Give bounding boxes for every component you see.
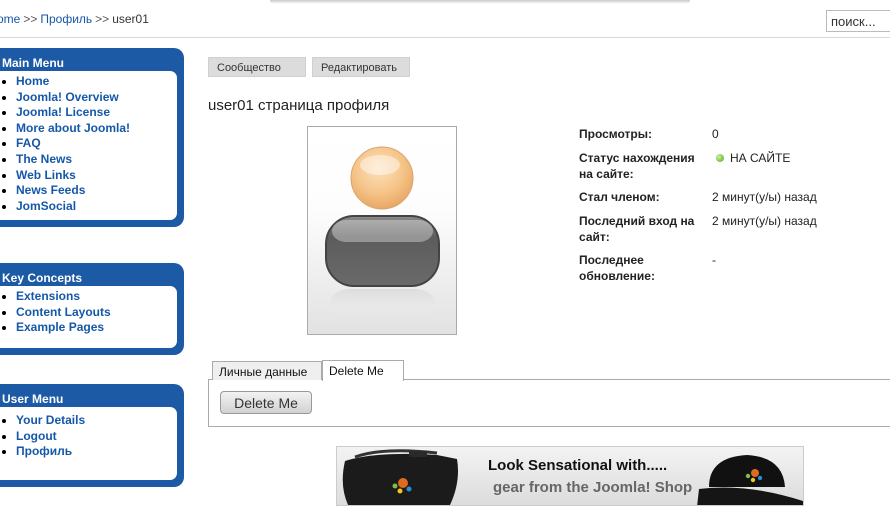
banner-subline: gear from the Joomla! Shop xyxy=(493,479,693,496)
menu-item-web-links[interactable]: Web Links xyxy=(16,168,177,184)
online-status-icon xyxy=(716,154,724,162)
breadcrumb-home-link[interactable]: ome xyxy=(0,12,20,26)
last-visit-label: Последний вход на сайт: xyxy=(579,214,695,244)
key-concepts-title: Key Concepts xyxy=(2,271,83,285)
last-visit-value: 2 минут(у/ы) назад xyxy=(712,214,817,228)
status-label: Статус нахождения на сайте: xyxy=(579,151,695,181)
banner-headline: Look Sensational with..... xyxy=(488,457,668,474)
menu-link[interactable]: JomSocial xyxy=(16,199,76,213)
menu-link[interactable]: Logout xyxy=(16,429,57,443)
community-button[interactable]: Сообщество xyxy=(208,57,306,77)
header-divider xyxy=(0,37,890,38)
menu-link[interactable]: Профиль xyxy=(16,444,72,458)
top-shadow xyxy=(270,0,690,4)
menu-link[interactable]: Extensions xyxy=(16,289,80,303)
menu-item-logout[interactable]: Logout xyxy=(16,429,177,445)
tab-personal-data[interactable]: Личные данные xyxy=(212,361,322,380)
user-menu-module: User Menu Your Details Logout Профиль xyxy=(0,384,184,487)
key-concepts-module: Key Concepts Extensions Content Layouts … xyxy=(0,263,184,355)
menu-item-more-about-joomla[interactable]: More about Joomla! xyxy=(16,121,177,137)
menu-item-faq[interactable]: FAQ xyxy=(16,136,177,152)
menu-item-jomsocial[interactable]: JomSocial xyxy=(16,199,177,215)
views-label: Просмотры: xyxy=(579,127,653,141)
menu-link[interactable]: FAQ xyxy=(16,136,41,150)
views-value: 0 xyxy=(712,127,719,141)
breadcrumb-separator: >> xyxy=(95,12,110,26)
breadcrumb-current: user01 xyxy=(112,12,149,26)
online-status-text: НА САЙТЕ xyxy=(730,151,791,165)
edit-button[interactable]: Редактировать xyxy=(312,57,410,77)
menu-link[interactable]: The News xyxy=(16,152,72,166)
menu-link[interactable]: Content Layouts xyxy=(16,305,111,319)
menu-link[interactable]: News Feeds xyxy=(16,183,85,197)
user-menu-body: Your Details Logout Профиль xyxy=(0,407,177,480)
menu-item-the-news[interactable]: The News xyxy=(16,152,177,168)
menu-link[interactable]: Joomla! License xyxy=(16,105,110,119)
menu-item-joomla-license[interactable]: Joomla! License xyxy=(16,105,177,121)
menu-item-your-details[interactable]: Your Details xyxy=(16,413,177,429)
menu-link[interactable]: More about Joomla! xyxy=(16,121,130,135)
tab-delete-me[interactable]: Delete Me xyxy=(322,360,404,381)
last-updated-label: Последнее обновление: xyxy=(579,253,655,283)
menu-item-content-layouts[interactable]: Content Layouts xyxy=(16,305,177,321)
user-menu-title: User Menu xyxy=(2,392,64,406)
menu-item-example-pages[interactable]: Example Pages xyxy=(16,320,177,336)
menu-link[interactable]: Home xyxy=(16,74,49,88)
menu-link[interactable]: Example Pages xyxy=(16,320,104,334)
page-title: user01 страница профиля xyxy=(208,97,390,114)
member-since-value: 2 минут(у/ы) назад xyxy=(712,190,817,204)
member-since-label: Стал членом: xyxy=(579,190,660,204)
menu-item-profile[interactable]: Профиль xyxy=(16,444,177,460)
avatar xyxy=(307,126,457,335)
joomla-shop-banner[interactable]: Look Sensational with..... gear from the… xyxy=(336,446,804,506)
last-updated-value: - xyxy=(712,253,716,267)
search-input[interactable] xyxy=(826,10,890,32)
breadcrumb-profile-link[interactable]: Профиль xyxy=(40,12,92,26)
key-concepts-body: Extensions Content Layouts Example Pages xyxy=(0,286,177,348)
menu-link[interactable]: Web Links xyxy=(16,168,76,182)
menu-item-joomla-overview[interactable]: Joomla! Overview xyxy=(16,90,177,106)
main-menu-module: Main Menu Home Joomla! Overview Joomla! … xyxy=(0,48,184,228)
menu-link[interactable]: Your Details xyxy=(16,413,85,427)
user-menu-list: Your Details Logout Профиль xyxy=(16,413,177,460)
status-value: НА САЙТЕ xyxy=(712,150,890,166)
menu-item-news-feeds[interactable]: News Feeds xyxy=(16,183,177,199)
default-avatar-icon xyxy=(325,146,440,317)
main-menu-list: Home Joomla! Overview Joomla! License Mo… xyxy=(16,74,177,214)
joomla-gear-image xyxy=(342,449,803,505)
breadcrumb-separator: >> xyxy=(23,12,38,26)
menu-item-extensions[interactable]: Extensions xyxy=(16,289,177,305)
delete-me-button[interactable]: Delete Me xyxy=(220,391,312,414)
key-concepts-list: Extensions Content Layouts Example Pages xyxy=(16,289,177,336)
main-menu-body: Home Joomla! Overview Joomla! License Mo… xyxy=(0,71,177,221)
menu-item-home[interactable]: Home xyxy=(16,74,177,90)
breadcrumb: ome >> Профиль >> user01 xyxy=(0,12,149,26)
main-menu-title: Main Menu xyxy=(2,56,64,70)
menu-link[interactable]: Joomla! Overview xyxy=(16,90,119,104)
